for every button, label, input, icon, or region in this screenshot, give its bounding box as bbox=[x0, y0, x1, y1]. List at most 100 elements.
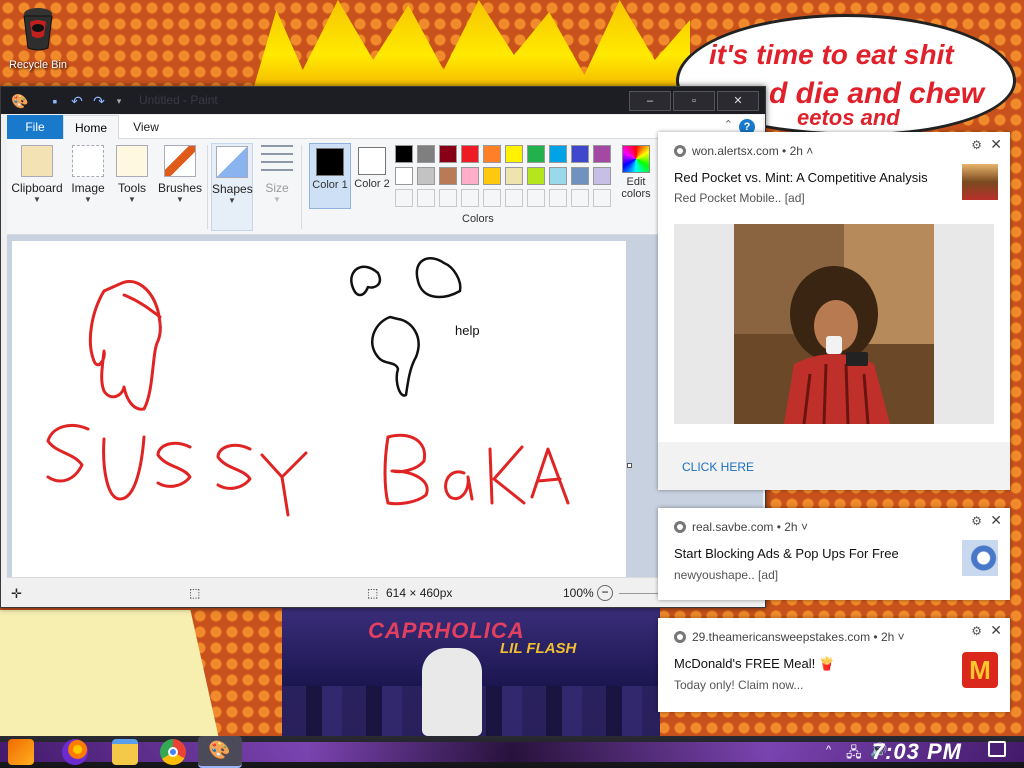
tools-label: Tools bbox=[117, 181, 146, 195]
palette-swatch[interactable] bbox=[439, 167, 457, 185]
shapes-button[interactable]: Shapes ▼ bbox=[211, 143, 253, 231]
close-button[interactable]: ✕ bbox=[717, 91, 759, 111]
chrome-icon bbox=[674, 631, 686, 643]
canvas-size-icon: ⬚ bbox=[367, 586, 379, 600]
drawing-letter-s bbox=[216, 443, 252, 490]
save-icon[interactable]: ▪ bbox=[47, 93, 63, 109]
collapse-ribbon-icon[interactable]: ⌃ bbox=[724, 118, 733, 131]
palette-swatch[interactable] bbox=[593, 145, 611, 163]
size-button[interactable]: Size ▼ bbox=[257, 143, 297, 231]
tab-file[interactable]: File bbox=[7, 115, 63, 139]
chevron-up-icon[interactable]: ˄ bbox=[806, 144, 813, 158]
paint-icon: 🎨 bbox=[208, 740, 231, 760]
network-icon[interactable]: 🖧 bbox=[846, 742, 862, 766]
chevron-down-icon[interactable]: ˅ bbox=[801, 520, 808, 534]
edit-colors-button[interactable]: Edit colors bbox=[617, 143, 655, 200]
mcdonalds-logo-icon: M bbox=[962, 652, 998, 688]
drawing-letter-a bbox=[530, 447, 570, 505]
notification-card[interactable]: real.savbe.com • 2h ˅ ⚙ ✕ Start Blocking… bbox=[658, 508, 1010, 600]
customize-toolbar-icon[interactable]: ▾ bbox=[111, 93, 127, 109]
clipboard-button[interactable]: Clipboard ▼ bbox=[11, 143, 63, 231]
minimize-button[interactable]: – bbox=[629, 91, 671, 111]
chevron-down-icon[interactable]: ˅ bbox=[898, 630, 905, 644]
palette-swatch[interactable] bbox=[593, 189, 611, 207]
maximize-button[interactable]: ▫ bbox=[673, 91, 715, 111]
palette-swatch[interactable] bbox=[571, 145, 589, 163]
firefox-icon[interactable] bbox=[62, 739, 88, 765]
title-bar[interactable]: 🎨 ▪ ↶ ↷ ▾ Untitled - Paint – ▫ ✕ bbox=[1, 87, 765, 114]
speech-line-1: it's time to eat shit bbox=[709, 39, 954, 70]
gear-icon[interactable]: ⚙ bbox=[971, 624, 982, 638]
palette-swatch[interactable] bbox=[461, 145, 479, 163]
palette-swatch[interactable] bbox=[527, 167, 545, 185]
close-icon[interactable]: ✕ bbox=[990, 136, 1002, 153]
tools-button[interactable]: Tools ▼ bbox=[111, 143, 153, 231]
palette-swatch[interactable] bbox=[483, 167, 501, 185]
notification-card[interactable]: won.alertsx.com • 2h ˄ ⚙ ✕ Red Pocket vs… bbox=[658, 132, 1010, 490]
drawing-crewmate bbox=[88, 280, 162, 411]
zoom-out-button[interactable]: − bbox=[597, 585, 613, 601]
palette-swatch[interactable] bbox=[461, 167, 479, 185]
gear-icon[interactable]: ⚙ bbox=[971, 138, 982, 152]
size-lines-icon bbox=[261, 145, 293, 177]
palette-swatch[interactable] bbox=[417, 189, 435, 207]
palette-swatch[interactable] bbox=[417, 145, 435, 163]
palette-swatch[interactable] bbox=[439, 145, 457, 163]
palette-swatch[interactable] bbox=[549, 145, 567, 163]
drawing-canvas[interactable]: help bbox=[12, 241, 632, 577]
palette-swatch[interactable] bbox=[527, 145, 545, 163]
color1-swatch bbox=[316, 148, 344, 176]
drawing-letter-u bbox=[102, 435, 146, 501]
palette-swatch[interactable] bbox=[483, 145, 501, 163]
palette-swatch[interactable] bbox=[549, 167, 567, 185]
gear-icon[interactable]: ⚙ bbox=[971, 514, 982, 528]
palette-swatch[interactable] bbox=[571, 189, 589, 207]
undo-icon[interactable]: ↶ bbox=[69, 93, 85, 109]
palette-swatch[interactable] bbox=[461, 189, 479, 207]
brush-icon bbox=[164, 145, 196, 177]
notification-action-row: CLICK HERE bbox=[658, 442, 1010, 490]
palette-swatch[interactable] bbox=[571, 167, 589, 185]
canvas-resize-handle[interactable] bbox=[627, 463, 632, 468]
notification-age: 2h bbox=[789, 144, 803, 158]
start-button-icon[interactable] bbox=[8, 739, 34, 765]
palette-swatch[interactable] bbox=[395, 167, 413, 185]
tab-view[interactable]: View bbox=[119, 115, 173, 139]
redo-icon[interactable]: ↷ bbox=[91, 93, 107, 109]
chevron-up-icon[interactable]: ^ bbox=[826, 744, 831, 756]
palette-swatch[interactable] bbox=[395, 189, 413, 207]
chrome-icon[interactable] bbox=[160, 739, 186, 765]
notification-header: real.savbe.com • 2h ˅ bbox=[674, 520, 808, 534]
palette-swatch[interactable] bbox=[505, 145, 523, 163]
chevron-down-icon: ▼ bbox=[176, 195, 184, 204]
palette-swatch[interactable] bbox=[395, 145, 413, 163]
palette-swatch[interactable] bbox=[505, 167, 523, 185]
recycle-bin[interactable]: Recycle Bin bbox=[6, 6, 70, 71]
image-button[interactable]: Image ▼ bbox=[67, 143, 109, 231]
tab-home[interactable]: Home bbox=[63, 115, 119, 139]
close-icon[interactable]: ✕ bbox=[990, 622, 1002, 639]
notification-title: McDonald's FREE Meal! 🍟 bbox=[674, 656, 835, 671]
drawing-letter-s bbox=[46, 424, 90, 483]
notification-subtitle: Red Pocket Mobile.. [ad] bbox=[674, 191, 805, 205]
palette-swatch[interactable] bbox=[505, 189, 523, 207]
brushes-button[interactable]: Brushes ▼ bbox=[157, 143, 203, 231]
palette-swatch[interactable] bbox=[483, 189, 501, 207]
notification-center-icon[interactable] bbox=[988, 741, 1006, 757]
close-icon[interactable]: ✕ bbox=[990, 512, 1002, 529]
paint-taskbar-button[interactable]: 🎨 bbox=[198, 736, 242, 768]
drawing-letter-k bbox=[488, 445, 526, 505]
notification-card[interactable]: 29.theamericansweepstakes.com • 2h ˅ ⚙ ✕… bbox=[658, 618, 1010, 712]
palette-swatch[interactable] bbox=[593, 167, 611, 185]
notification-title: Red Pocket vs. Mint: A Competitive Analy… bbox=[674, 170, 928, 185]
palette-swatch[interactable] bbox=[549, 189, 567, 207]
palette-swatch[interactable] bbox=[417, 167, 435, 185]
palette-swatch[interactable] bbox=[439, 189, 457, 207]
taskbar-clock[interactable]: 7:03 PM bbox=[872, 739, 962, 765]
color2-button[interactable]: Color 2 bbox=[351, 143, 393, 209]
file-explorer-icon[interactable] bbox=[112, 739, 138, 765]
notification-header: 29.theamericansweepstakes.com • 2h ˅ bbox=[674, 630, 905, 644]
color1-button[interactable]: Color 1 bbox=[309, 143, 351, 209]
palette-swatch[interactable] bbox=[527, 189, 545, 207]
click-here-button[interactable]: CLICK HERE bbox=[682, 460, 754, 474]
